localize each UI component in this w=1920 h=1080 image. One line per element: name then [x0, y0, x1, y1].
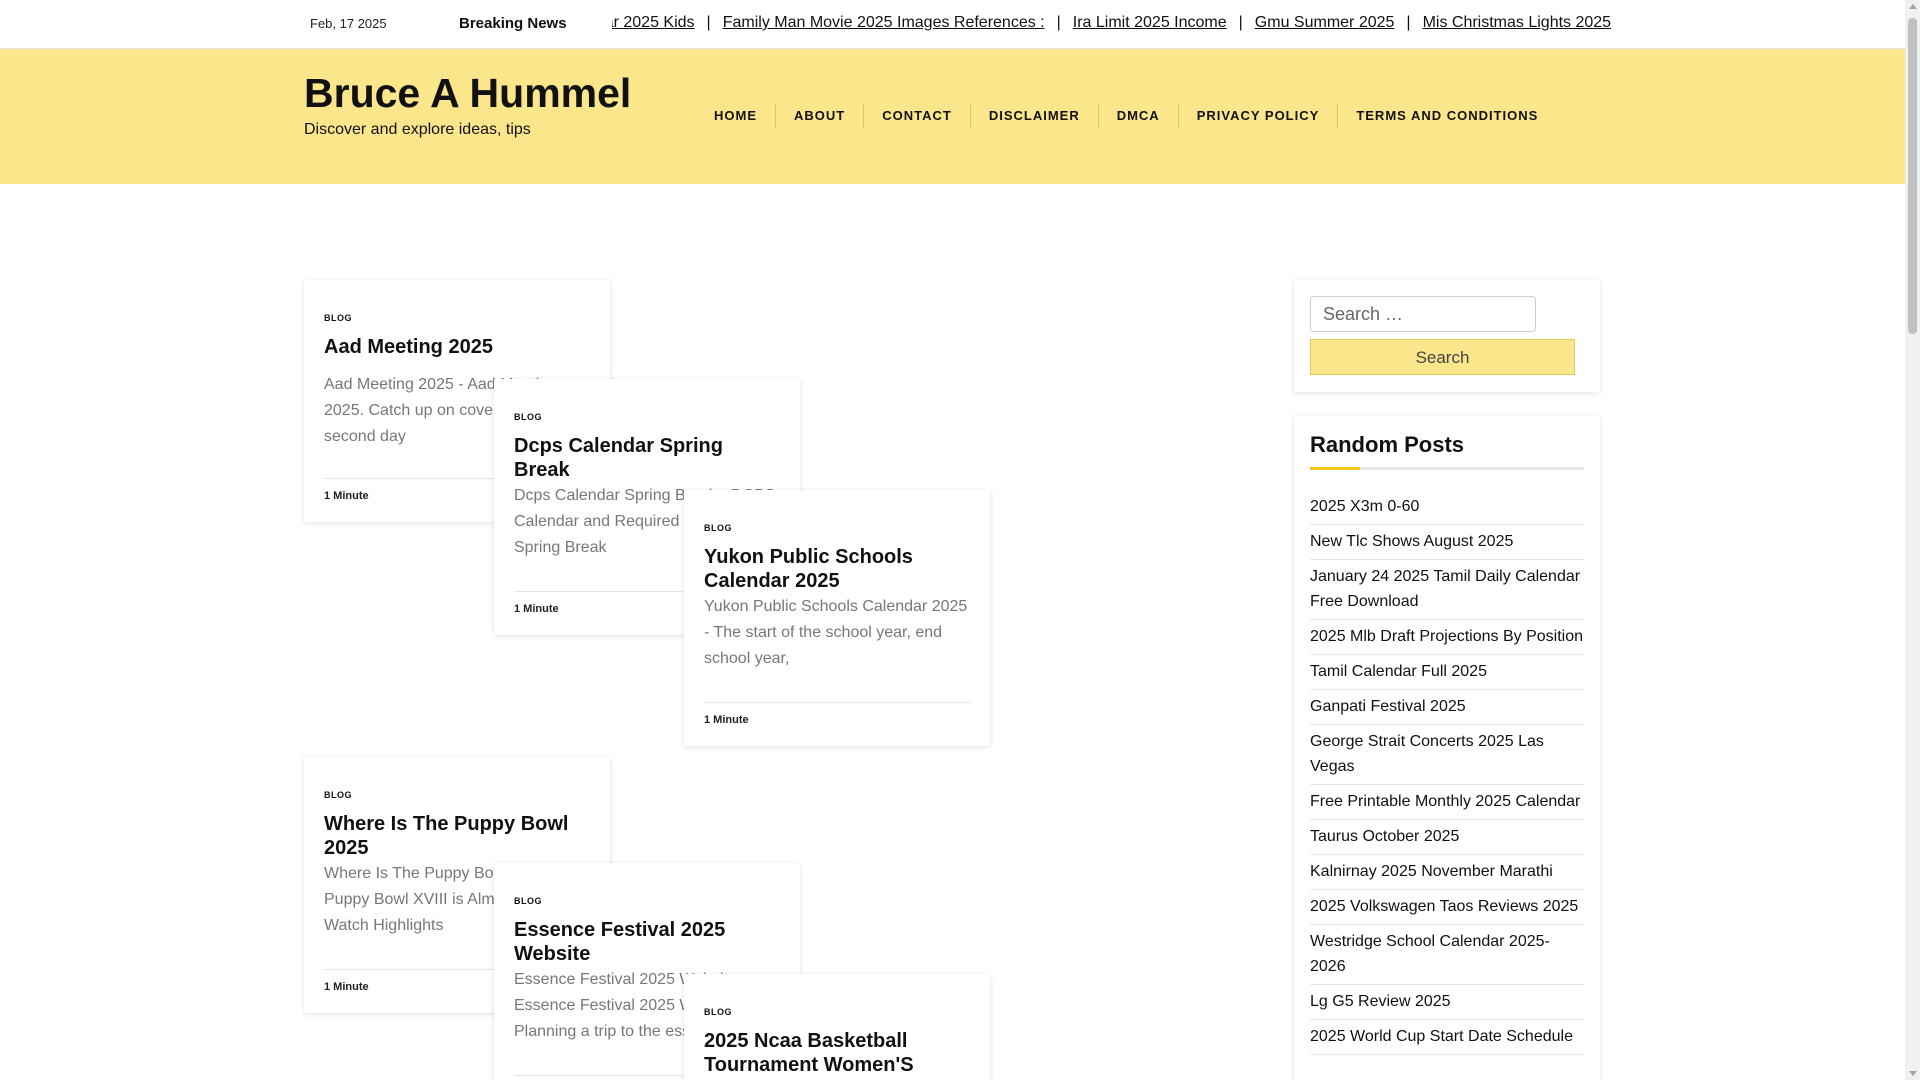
- post-read-time: 1 Minute: [704, 714, 749, 726]
- nav-dmca[interactable]: DMCA: [1099, 104, 1179, 128]
- nav-contact[interactable]: CONTACT: [864, 104, 971, 128]
- search-button[interactable]: Search: [1310, 339, 1575, 375]
- site-title[interactable]: Bruce A Hummel: [304, 70, 631, 117]
- post-read-time: 1 Minute: [324, 981, 369, 993]
- search-input[interactable]: [1310, 296, 1536, 332]
- scroll-down-arrow-icon[interactable]: [1909, 1071, 1917, 1076]
- post-title[interactable]: Essence Festival 2025 Website: [514, 918, 784, 966]
- random-post-link[interactable]: 2025 Mlb Draft Projections By Position: [1310, 620, 1584, 655]
- ticker-link[interactable]: Mis Christmas Lights 2025: [1423, 14, 1612, 31]
- post-card: BLOG 2025 Ncaa Basketball Tournament Wom…: [684, 974, 990, 1080]
- random-post-link[interactable]: Ganpati Festival 2025: [1310, 690, 1584, 725]
- random-post-link[interactable]: Taurus October 2025: [1310, 820, 1584, 855]
- post-title[interactable]: Aad Meeting 2025: [324, 335, 594, 359]
- post-title[interactable]: 2025 Ncaa Basketball Tournament Women'S: [704, 1029, 974, 1077]
- ticker-link[interactable]: Family Man Movie 2025 Images References …: [723, 14, 1045, 31]
- scrollbar-thumb[interactable]: [1908, 18, 1917, 334]
- nav-privacy-policy[interactable]: PRIVACY POLICY: [1179, 104, 1339, 128]
- breaking-news-label: Breaking News: [459, 15, 567, 32]
- random-post-link[interactable]: 2025 X3m 0-60: [1310, 490, 1584, 525]
- post-category[interactable]: BLOG: [514, 412, 542, 422]
- post-category[interactable]: BLOG: [704, 523, 732, 533]
- post-read-time: 1 Minute: [514, 603, 559, 615]
- post-excerpt: Yukon Public Schools Calendar 2025 - The…: [704, 598, 968, 667]
- nav-home[interactable]: HOME: [696, 104, 776, 128]
- nav-about[interactable]: ABOUT: [776, 104, 865, 128]
- random-post-link[interactable]: Lg G5 Review 2025: [1310, 985, 1584, 1020]
- page: Feb, 17 2025 Breaking News Calendar 2025…: [0, 0, 1905, 1080]
- main-nav: HOME ABOUT CONTACT DISCLAIMER DMCA PRIVA…: [696, 104, 1556, 128]
- post-category[interactable]: BLOG: [324, 790, 352, 800]
- post-category[interactable]: BLOG: [704, 1007, 732, 1017]
- ticker-link[interactable]: Gmu Summer 2025: [1255, 14, 1395, 31]
- random-post-link[interactable]: New Tlc Shows August 2025: [1310, 525, 1584, 560]
- post-read-time: 1 Minute: [324, 490, 369, 502]
- random-post-link[interactable]: Kalnirnay 2025 November Marathi: [1310, 855, 1584, 890]
- ticker-link[interactable]: Calendar 2025 Kids: [612, 14, 695, 31]
- search-widget: Search: [1294, 280, 1600, 392]
- post-category[interactable]: BLOG: [324, 313, 352, 323]
- ticker-link[interactable]: Ira Limit 2025 Income: [1073, 14, 1227, 31]
- random-posts-heading: Random Posts: [1310, 432, 1465, 457]
- ticker-separator: |: [706, 14, 711, 31]
- random-post-link[interactable]: Tamil Calendar Full 2025: [1310, 655, 1584, 690]
- post-category[interactable]: BLOG: [514, 896, 542, 906]
- ticker-separator: |: [1056, 14, 1061, 31]
- heading-underline: [1310, 467, 1584, 470]
- post-title[interactable]: Where Is The Puppy Bowl 2025: [324, 812, 594, 860]
- ticker-separator: |: [1406, 14, 1411, 31]
- card-divider: [704, 702, 970, 703]
- post-card: BLOG Yukon Public Schools Calendar 2025 …: [684, 490, 990, 746]
- current-date: Feb, 17 2025: [310, 16, 387, 31]
- site-tagline: Discover and explore ideas, tips: [304, 121, 531, 138]
- news-ticker: Calendar 2025 Kids | Family Man Movie 2025…: [612, 14, 1628, 36]
- random-post-link[interactable]: 2025 World Cup Start Date Schedule: [1310, 1020, 1584, 1055]
- random-posts-widget: Random Posts 2025 X3m 0-60 New Tlc Shows…: [1294, 416, 1600, 1080]
- random-post-link[interactable]: January 24 2025 Tamil Daily Calendar Fre…: [1310, 560, 1584, 620]
- random-post-link[interactable]: George Strait Concerts 2025 Las Vegas: [1310, 725, 1584, 785]
- nav-disclaimer[interactable]: DISCLAIMER: [971, 104, 1099, 128]
- random-post-link[interactable]: Free Printable Monthly 2025 Calendar: [1310, 785, 1584, 820]
- top-bar: Feb, 17 2025 Breaking News Calendar 2025…: [0, 0, 1905, 49]
- ticker-separator: |: [1238, 14, 1243, 31]
- nav-terms-and-conditions[interactable]: TERMS AND CONDITIONS: [1338, 104, 1556, 128]
- post-title[interactable]: Yukon Public Schools Calendar 2025: [704, 545, 974, 593]
- random-posts-list: 2025 X3m 0-60 New Tlc Shows August 2025 …: [1310, 490, 1584, 1055]
- heading-accent: [1310, 467, 1360, 470]
- post-title[interactable]: Dcps Calendar Spring Break: [514, 434, 784, 482]
- scroll-up-arrow-icon[interactable]: [1909, 4, 1917, 9]
- page-scrollbar[interactable]: [1905, 0, 1920, 1080]
- random-post-link[interactable]: Westridge School Calendar 2025-2026: [1310, 925, 1584, 985]
- random-post-link[interactable]: 2025 Volkswagen Taos Reviews 2025: [1310, 890, 1584, 925]
